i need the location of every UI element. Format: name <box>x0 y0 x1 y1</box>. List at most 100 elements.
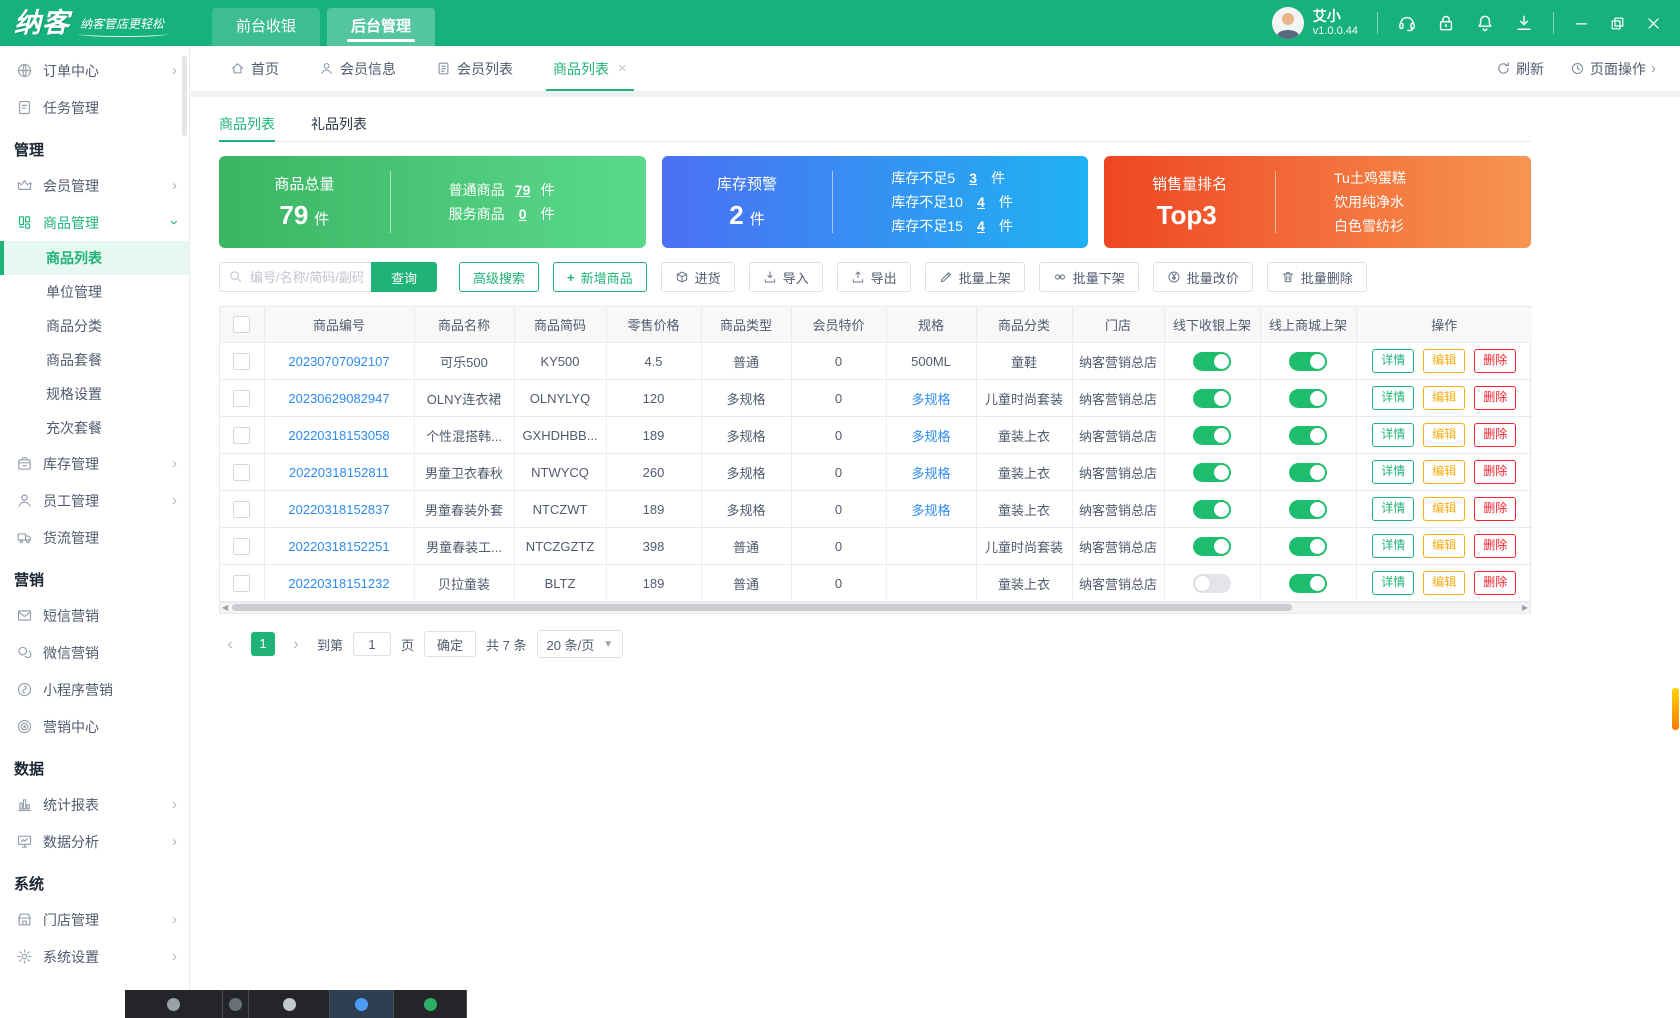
purchase-button[interactable]: 进货 <box>661 262 735 292</box>
page-number[interactable]: 1 <box>251 632 275 656</box>
detail-button[interactable]: 详情 <box>1372 349 1414 373</box>
bulk-delete-button[interactable]: 批量删除 <box>1267 262 1367 292</box>
product-code-link[interactable]: 20220318151232 <box>288 576 389 591</box>
horizontal-scrollbar[interactable]: ◀ ▶ <box>219 603 1531 614</box>
confirm-button[interactable]: 确定 <box>424 631 476 657</box>
spec-link[interactable]: 多规格 <box>911 429 950 444</box>
online-shelf-toggle[interactable] <box>1289 352 1327 371</box>
tab-gift-list[interactable]: 礼品列表 <box>311 107 367 141</box>
offline-shelf-toggle[interactable] <box>1193 537 1231 556</box>
online-shelf-toggle[interactable] <box>1289 574 1327 593</box>
sidebar-item-stock-manage[interactable]: 库存管理› <box>0 445 189 482</box>
row-checkbox[interactable] <box>233 538 250 555</box>
tab-backend-manage[interactable]: 后台管理 <box>327 8 435 46</box>
sidebar-item-goods-manage[interactable]: 商品管理› <box>0 204 189 241</box>
tab-front-cashier[interactable]: 前台收银 <box>212 8 320 46</box>
edit-button[interactable]: 编辑 <box>1423 423 1465 447</box>
delete-button[interactable]: 删除 <box>1474 571 1516 595</box>
sidebar-item-sms-marketing[interactable]: 短信营销 <box>0 597 189 634</box>
product-code-link[interactable]: 20230629082947 <box>288 391 389 406</box>
sidebar-scrollbar[interactable] <box>182 56 187 136</box>
sidebar-item-miniapp-marketing[interactable]: 小程序营销 <box>0 671 189 708</box>
taskbar-item[interactable] <box>125 990 223 1018</box>
spec-link[interactable]: 多规格 <box>911 392 950 407</box>
edit-button[interactable]: 编辑 <box>1423 349 1465 373</box>
tab-goods-list[interactable]: 商品列表 <box>219 107 275 141</box>
taskbar-item[interactable] <box>394 990 467 1018</box>
export-button[interactable]: 导出 <box>837 262 911 292</box>
detail-button[interactable]: 详情 <box>1372 497 1414 521</box>
goto-page-input[interactable] <box>353 632 391 656</box>
sidebar-item-order-center[interactable]: 订单中心› <box>0 52 189 89</box>
online-shelf-toggle[interactable] <box>1289 537 1327 556</box>
tab-home[interactable]: 首页 <box>215 46 294 91</box>
sidebar-item-staff-manage[interactable]: 员工管理› <box>0 482 189 519</box>
product-code-link[interactable]: 20220318153058 <box>288 428 389 443</box>
offline-shelf-toggle[interactable] <box>1193 463 1231 482</box>
bulk-on-shelf-button[interactable]: 批量上架 <box>925 262 1025 292</box>
search-button[interactable]: 查询 <box>371 262 437 292</box>
edit-button[interactable]: 编辑 <box>1423 571 1465 595</box>
product-code-link[interactable]: 20220318152251 <box>288 539 389 554</box>
offline-shelf-toggle[interactable] <box>1193 352 1231 371</box>
customer-service-icon[interactable] <box>1397 13 1417 33</box>
online-shelf-toggle[interactable] <box>1289 500 1327 519</box>
taskbar-item[interactable] <box>223 990 249 1018</box>
restore-button[interactable] <box>1609 15 1626 32</box>
prev-page-button[interactable]: ‹ <box>219 634 241 654</box>
tab-goods-list[interactable]: 商品列表× <box>538 46 642 91</box>
avatar[interactable] <box>1272 7 1304 39</box>
next-page-button[interactable]: › <box>285 634 307 654</box>
window-scrollbar-thumb[interactable] <box>1672 688 1679 730</box>
sidebar-subitem-goods-combo[interactable]: 商品套餐 <box>0 343 189 377</box>
row-checkbox[interactable] <box>233 575 250 592</box>
delete-button[interactable]: 删除 <box>1474 386 1516 410</box>
row-checkbox[interactable] <box>233 464 250 481</box>
download-icon[interactable] <box>1514 13 1534 33</box>
close-button[interactable] <box>1645 15 1662 32</box>
add-goods-button[interactable]: +新增商品 <box>553 262 647 292</box>
product-code-link[interactable]: 20220318152837 <box>288 502 389 517</box>
bulk-off-shelf-button[interactable]: 批量下架 <box>1039 262 1139 292</box>
offline-shelf-toggle[interactable] <box>1193 500 1231 519</box>
close-icon[interactable]: × <box>618 60 627 77</box>
sidebar-item-member-manage[interactable]: 会员管理› <box>0 167 189 204</box>
offline-shelf-toggle[interactable] <box>1193 574 1231 593</box>
sidebar-item-data-analysis[interactable]: 数据分析› <box>0 823 189 860</box>
detail-button[interactable]: 详情 <box>1372 386 1414 410</box>
sidebar-subitem-unit-manage[interactable]: 单位管理 <box>0 275 189 309</box>
spec-link[interactable]: 多规格 <box>911 466 950 481</box>
sidebar-item-marketing-center[interactable]: 营销中心 <box>0 708 189 745</box>
taskbar-item[interactable] <box>330 990 394 1018</box>
detail-button[interactable]: 详情 <box>1372 423 1414 447</box>
select-all-checkbox[interactable] <box>233 316 250 333</box>
page-operations-button[interactable]: 页面操作 › <box>1570 59 1656 79</box>
detail-button[interactable]: 详情 <box>1372 460 1414 484</box>
delete-button[interactable]: 删除 <box>1474 423 1516 447</box>
row-checkbox[interactable] <box>233 390 250 407</box>
page-size-select[interactable]: 20 条/页 ▼ <box>537 630 624 658</box>
lock-icon[interactable] <box>1436 13 1456 33</box>
sidebar-subitem-recharge-combo[interactable]: 充次套餐 <box>0 411 189 445</box>
delete-button[interactable]: 删除 <box>1474 534 1516 558</box>
delete-button[interactable]: 删除 <box>1474 460 1516 484</box>
import-button[interactable]: 导入 <box>749 262 823 292</box>
tab-member-list[interactable]: 会员列表 <box>421 46 528 91</box>
sidebar-subitem-goods-list[interactable]: 商品列表 <box>0 241 189 275</box>
row-checkbox[interactable] <box>233 427 250 444</box>
sidebar-item-stats-report[interactable]: 统计报表› <box>0 786 189 823</box>
edit-button[interactable]: 编辑 <box>1423 386 1465 410</box>
minimize-button[interactable] <box>1573 15 1590 32</box>
sidebar-item-logistics-manage[interactable]: 货流管理 <box>0 519 189 556</box>
row-checkbox[interactable] <box>233 353 250 370</box>
sidebar-item-store-manage[interactable]: 门店管理› <box>0 901 189 938</box>
online-shelf-toggle[interactable] <box>1289 463 1327 482</box>
refresh-button[interactable]: 刷新 <box>1496 59 1544 79</box>
scrollbar-thumb[interactable] <box>232 604 1292 611</box>
sidebar-item-wechat-marketing[interactable]: 微信营销 <box>0 634 189 671</box>
sidebar-subitem-spec-setting[interactable]: 规格设置 <box>0 377 189 411</box>
edit-button[interactable]: 编辑 <box>1423 497 1465 521</box>
spec-link[interactable]: 多规格 <box>911 503 950 518</box>
scroll-right-icon[interactable]: ▶ <box>1522 603 1528 613</box>
tab-member-info[interactable]: 会员信息 <box>304 46 411 91</box>
